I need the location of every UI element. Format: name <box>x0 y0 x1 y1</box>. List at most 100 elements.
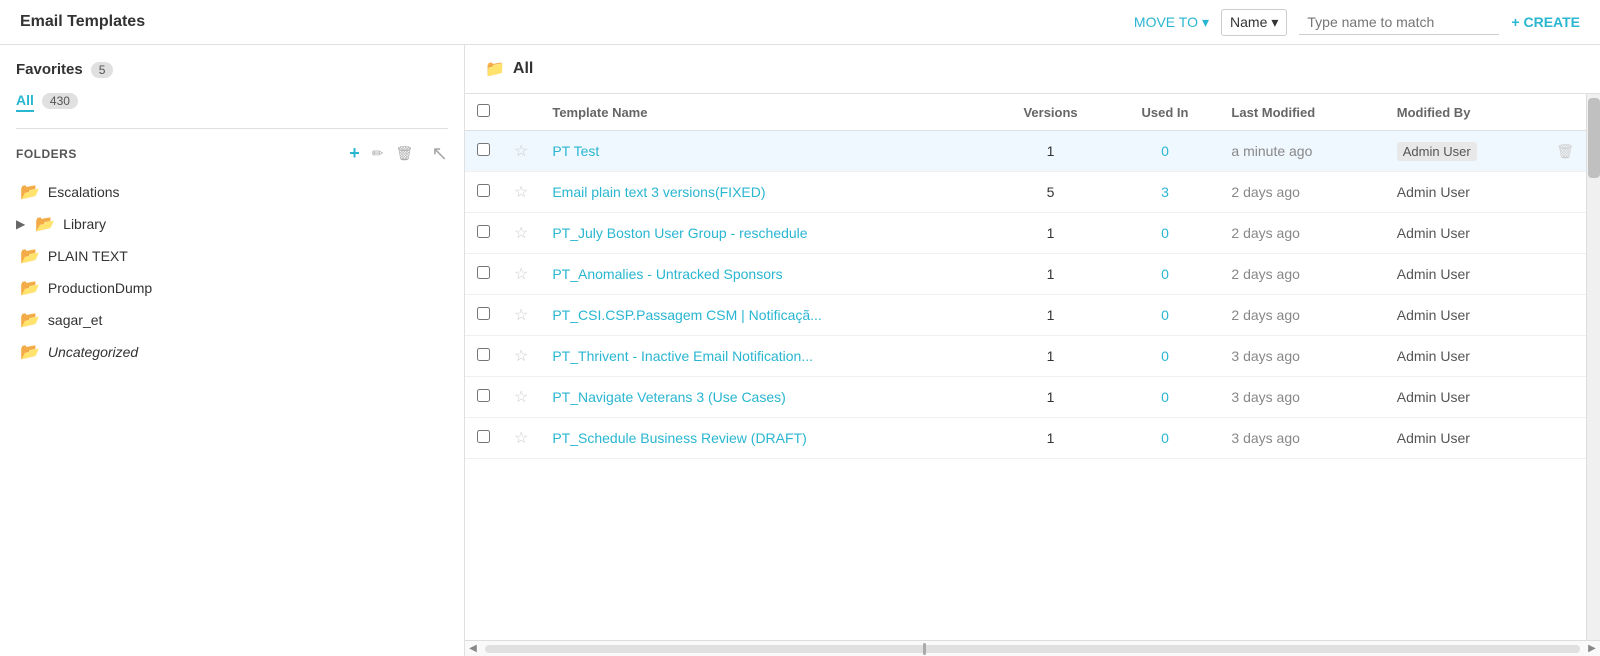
star-icon[interactable]: ☆ <box>514 143 528 160</box>
row-checkbox[interactable] <box>477 266 490 279</box>
template-name-cell: PT_July Boston User Group - reschedule <box>540 213 990 254</box>
scrollbar-thumb[interactable] <box>1588 98 1600 178</box>
folder-icon: 📂 <box>20 278 40 298</box>
delete-folder-button[interactable]: 🗑 <box>393 145 415 162</box>
vertical-scrollbar[interactable] <box>1586 94 1600 640</box>
used-in-cell: 0 <box>1111 254 1220 295</box>
folder-name-library: Library <box>63 216 106 232</box>
filter-label: Name <box>1230 14 1267 30</box>
folder-name-escalations: Escalations <box>48 184 120 200</box>
delete-cell <box>1544 295 1586 336</box>
scroll-left-arrow[interactable]: ◀ <box>465 641 481 656</box>
folder-item-uncategorized[interactable]: 📂 Uncategorized <box>16 336 448 368</box>
chevron-down-icon: ▾ <box>1202 14 1209 31</box>
delete-cell: 🗑 <box>1544 131 1586 172</box>
modified-by-cell: Admin User <box>1385 131 1544 172</box>
delete-row-button[interactable]: 🗑 <box>1556 143 1574 160</box>
folder-name-plain-text: PLAIN TEXT <box>48 248 128 264</box>
modified-by-cell: Admin User <box>1385 418 1544 459</box>
favorites-label: Favorites <box>16 61 83 78</box>
folder-item-plain-text[interactable]: 📂 PLAIN TEXT <box>16 240 448 272</box>
star-icon[interactable]: ☆ <box>514 184 528 201</box>
last-modified-header: Last Modified <box>1219 94 1384 131</box>
template-name-link[interactable]: PT_Anomalies - Untracked Sponsors <box>552 266 782 282</box>
star-icon[interactable]: ☆ <box>514 266 528 283</box>
actions-header <box>1544 94 1586 131</box>
row-checkbox[interactable] <box>477 389 490 402</box>
template-name-link[interactable]: PT_Schedule Business Review (DRAFT) <box>552 430 806 446</box>
versions-cell: 1 <box>991 254 1111 295</box>
search-input[interactable] <box>1299 10 1499 35</box>
table-row: ☆Email plain text 3 versions(FIXED)532 d… <box>465 172 1586 213</box>
add-folder-button[interactable]: + <box>347 143 362 164</box>
used-in-header: Used In <box>1111 94 1220 131</box>
star-icon[interactable]: ☆ <box>514 348 528 365</box>
row-checkbox-cell <box>465 295 502 336</box>
filter-dropdown[interactable]: Name ▾ <box>1221 9 1287 36</box>
folder-item-sagar-et[interactable]: 📂 sagar_et <box>16 304 448 336</box>
star-icon[interactable]: ☆ <box>514 307 528 324</box>
folder-item-library[interactable]: ▶ 📂 Library <box>16 208 448 240</box>
modified-by-cell: Admin User <box>1385 254 1544 295</box>
modified-by-cell: Admin User <box>1385 295 1544 336</box>
last-modified-cell: 2 days ago <box>1219 254 1384 295</box>
star-cell: ☆ <box>502 295 540 336</box>
star-icon[interactable]: ☆ <box>514 430 528 447</box>
table-row: ☆ PT_Thrivent - Inactive Email Notificati… <box>465 336 1586 377</box>
star-icon[interactable]: ☆ <box>514 225 528 242</box>
row-checkbox[interactable] <box>477 184 490 197</box>
delete-cell <box>1544 213 1586 254</box>
delete-cell <box>1544 418 1586 459</box>
horizontal-scrollbar[interactable]: ◀ ▶ <box>465 640 1600 656</box>
select-all-checkbox[interactable] <box>477 104 490 117</box>
content-folder-title: All <box>513 60 533 78</box>
edit-folder-button[interactable]: ✏ <box>370 145 386 162</box>
folder-item-production-dump[interactable]: 📂 ProductionDump <box>16 272 448 304</box>
scroll-right-arrow[interactable]: ▶ <box>1584 641 1600 656</box>
used-in-cell: 0 <box>1111 295 1220 336</box>
template-name-link[interactable]: PT_Thrivent - Inactive Email Notificatio… <box>552 348 813 364</box>
template-name-link[interactable]: Email plain text 3 versions(FIXED) <box>552 184 765 200</box>
table-row: ☆ PT_CSI.CSP.Passagem CSM | Notificaçã...… <box>465 295 1586 336</box>
cursor-indicator: ↖ <box>431 141 448 166</box>
template-table-container: Template Name Versions Used In Last Modi… <box>465 94 1586 640</box>
row-checkbox-cell <box>465 336 502 377</box>
folder-icon: 📂 <box>20 246 40 266</box>
template-name-cell: PT_Anomalies - Untracked Sponsors <box>540 254 990 295</box>
template-name-link[interactable]: PT_July Boston User Group - reschedule <box>552 225 807 241</box>
used-in-value: 0 <box>1161 389 1169 405</box>
row-checkbox[interactable] <box>477 348 490 361</box>
star-cell: ☆ <box>502 418 540 459</box>
row-checkbox[interactable] <box>477 143 490 156</box>
scroll-thumb-horizontal[interactable] <box>485 645 1580 653</box>
table-row: ☆ PT_Anomalies - Untracked Sponsors 102 da… <box>465 254 1586 295</box>
scroll-position-indicator <box>923 643 926 655</box>
folder-item-escalations[interactable]: 📂 Escalations <box>16 176 448 208</box>
content-header: 📁 All <box>465 45 1600 94</box>
used-in-cell: 0 <box>1111 131 1220 172</box>
row-checkbox[interactable] <box>477 430 490 443</box>
table-row: ☆ PT_July Boston User Group - reschedule 1… <box>465 213 1586 254</box>
row-checkbox[interactable] <box>477 225 490 238</box>
row-checkbox-cell <box>465 172 502 213</box>
folders-header: FOLDERS + ✏ 🗑 ↖ <box>16 141 448 166</box>
versions-cell: 1 <box>991 213 1111 254</box>
modified-by-header: Modified By <box>1385 94 1544 131</box>
template-table: Template Name Versions Used In Last Modi… <box>465 94 1586 459</box>
all-button[interactable]: All <box>16 90 34 112</box>
versions-cell: 1 <box>991 131 1111 172</box>
star-icon[interactable]: ☆ <box>514 389 528 406</box>
template-name-link[interactable]: PT Test <box>552 143 599 159</box>
last-modified-cell: 2 days ago <box>1219 172 1384 213</box>
template-name-link[interactable]: PT_CSI.CSP.Passagem CSM | Notificaçã... <box>552 307 821 323</box>
template-name-link[interactable]: PT_Navigate Veterans 3 (Use Cases) <box>552 389 785 405</box>
row-checkbox[interactable] <box>477 307 490 320</box>
used-in-link[interactable]: 3 <box>1161 184 1169 200</box>
table-row: ☆PT_Schedule Business Review (DRAFT)103 … <box>465 418 1586 459</box>
last-modified-cell: 3 days ago <box>1219 418 1384 459</box>
template-name-cell: Email plain text 3 versions(FIXED) <box>540 172 990 213</box>
header-controls: MOVE TO ▾ Name ▾ + CREATE <box>1134 9 1580 36</box>
star-cell: ☆ <box>502 213 540 254</box>
create-button[interactable]: + CREATE <box>1511 14 1580 30</box>
move-to-button[interactable]: MOVE TO ▾ <box>1134 14 1209 31</box>
